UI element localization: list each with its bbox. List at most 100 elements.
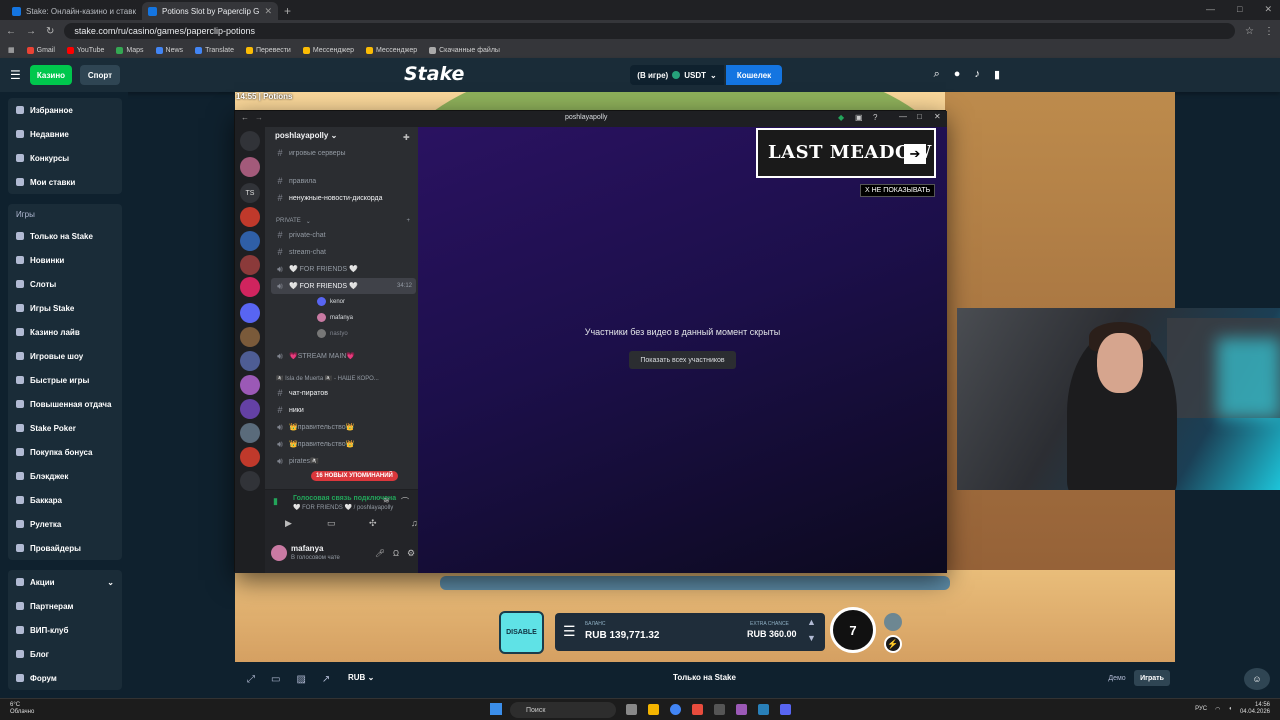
voice-channel-item[interactable]: 🔊︎ 💗STREAM MAIN💗 — [271, 348, 416, 364]
ad-dismiss-button[interactable]: X НЕ ПОКАЗЫВАТЬ — [860, 184, 936, 197]
voice-channel-item[interactable]: 🔊︎ 🤍 FOR FRIENDS 🤍 — [271, 261, 416, 277]
sidebar-item-promotions[interactable]: Акции ⌄ — [8, 570, 122, 594]
sidebar-item-vip[interactable]: ВИП-клуб — [8, 618, 122, 642]
sidebar-item-blackjack[interactable]: Блэкджек — [8, 464, 122, 488]
sidebar-item-my-bets[interactable]: Мои ставки — [8, 170, 122, 194]
voice-channel-item[interactable]: 🔊︎ pirates🏴‍☠️ — [271, 453, 416, 469]
url-field[interactable]: stake.com/ru/casino/games/paperclip-poti… — [64, 23, 1236, 39]
back-icon[interactable]: ← — [6, 26, 16, 37]
channel-item[interactable]: # private-chat — [271, 227, 416, 243]
server-icon[interactable] — [240, 471, 260, 491]
voice-member[interactable]: nastyo — [317, 329, 348, 338]
play-button[interactable]: Играть — [1134, 670, 1170, 686]
channel-item[interactable]: # чат-пиратов — [271, 385, 416, 401]
settings-gear-icon[interactable]: ⚙ — [407, 548, 415, 559]
wifi-icon[interactable]: ◠ — [1215, 706, 1220, 713]
disable-button[interactable]: DISABLE — [499, 611, 544, 654]
sidebar-item-bonus-buy[interactable]: Покупка бонуса — [8, 440, 122, 464]
help-icon[interactable]: ? — [873, 113, 877, 122]
sidebar-item-quick-games[interactable]: Быстрые игры — [8, 368, 122, 392]
bookmark-news[interactable]: News — [155, 46, 183, 54]
demo-button[interactable]: Демо — [1103, 670, 1131, 686]
voice-member[interactable]: kenor — [317, 297, 345, 306]
taskbar-search[interactable]: Поиск — [510, 702, 616, 718]
bookmark-perevesti[interactable]: Перевести — [245, 46, 291, 54]
last-meadow-ad[interactable]: LAST MEADOW ➔ — [756, 128, 936, 178]
sidebar-item-game-shows[interactable]: Игровые шоу — [8, 344, 122, 368]
fullscreen-icon[interactable]: ⤢ — [247, 674, 255, 685]
discord-home-icon[interactable] — [240, 131, 260, 151]
server-icon[interactable] — [240, 231, 260, 251]
server-icon[interactable] — [240, 423, 260, 443]
volume-icon[interactable]: ◖ — [1228, 706, 1232, 712]
sidebar-item-forum[interactable]: Форум — [8, 666, 122, 690]
sidebar-toggle-icon[interactable]: ▮ — [994, 68, 1000, 81]
sidebar-item-new[interactable]: Новинки — [8, 248, 122, 272]
bookmark-messenger-1[interactable]: Мессенджер — [302, 46, 354, 54]
server-icon[interactable] — [240, 277, 260, 297]
bookmark-youtube[interactable]: YouTube — [66, 46, 104, 54]
wallet-button[interactable]: Кошелек — [726, 65, 782, 85]
autoplay-icon[interactable] — [884, 613, 902, 631]
currency-selector[interactable]: RUB ⌄ — [348, 673, 374, 682]
sidebar-item-blog[interactable]: Блог — [8, 642, 122, 666]
casino-button[interactable]: Казино — [30, 65, 72, 85]
menu-icon[interactable]: ☰ — [563, 623, 576, 640]
language-indicator[interactable]: РУС — [1195, 706, 1207, 712]
server-icon[interactable] — [240, 351, 260, 371]
extensions-icon[interactable]: ⋮ — [1264, 26, 1274, 37]
spin-button[interactable]: 7 — [830, 607, 876, 653]
bookmark-star-icon[interactable]: ☆ — [1245, 26, 1254, 37]
support-chat-icon[interactable]: ☺ — [1244, 668, 1270, 690]
sidebar-item-high-rtp[interactable]: Повышенная отдача — [8, 392, 122, 416]
sidebar-item-contests[interactable]: Конкурсы — [8, 146, 122, 170]
app-icon[interactable] — [692, 704, 703, 715]
file-explorer-icon[interactable] — [648, 704, 659, 715]
forward-icon[interactable]: → — [255, 113, 263, 122]
stake-logo[interactable]: Stake — [404, 63, 464, 85]
menu-icon[interactable]: ☰ — [10, 68, 21, 82]
sidebar-item-stake-only[interactable]: Только на Stake — [8, 224, 122, 248]
search-icon[interactable]: ⌕ — [934, 68, 940, 81]
chart-icon[interactable]: ↗ — [322, 674, 330, 685]
maximize-icon[interactable]: □ — [1237, 4, 1242, 15]
microphone-icon[interactable]: 🎤︎ — [375, 549, 385, 558]
new-tab-icon[interactable]: + — [284, 4, 291, 18]
voice-channel-item[interactable]: 🔊︎ 👑правительство👑 — [271, 419, 416, 435]
minimize-icon[interactable]: — — [1206, 4, 1215, 15]
voice-channel-item-selected[interactable]: 🔊︎ 🤍 FOR FRIENDS 🤍 34:12 — [271, 278, 416, 294]
add-channel-icon[interactable]: + — [406, 218, 410, 224]
close-window-icon[interactable]: ✕ — [1264, 4, 1272, 15]
signal-icon[interactable]: ▮ — [273, 496, 278, 507]
voice-channel-item[interactable]: 🔊︎ 👑правительство👑 — [271, 436, 416, 452]
server-icon[interactable] — [240, 207, 260, 227]
screen-share-icon[interactable]: ▭ — [327, 518, 336, 529]
server-icon[interactable] — [240, 447, 260, 467]
arrow-right-icon[interactable]: ➔ — [904, 144, 926, 164]
inbox-icon[interactable]: ▣ — [855, 113, 863, 122]
forward-icon[interactable]: → — [26, 26, 36, 37]
sidebar-item-live-casino[interactable]: Казино лайв — [8, 320, 122, 344]
app-icon[interactable] — [736, 704, 747, 715]
user-icon[interactable]: ● — [954, 68, 961, 81]
voice-member[interactable]: mafanya — [317, 313, 353, 322]
server-icon-ts[interactable]: TS — [240, 183, 260, 203]
turbo-icon[interactable]: ⚡ — [884, 635, 902, 653]
apps-icon[interactable]: ▦ — [8, 46, 15, 54]
soundboard-icon[interactable]: ♫ — [411, 518, 418, 528]
add-friend-icon[interactable]: ✚ — [403, 133, 410, 142]
headphones-icon[interactable]: Ω — [393, 549, 399, 558]
server-name[interactable]: poshlayapolly ⌄ — [275, 131, 337, 140]
app-icon[interactable] — [714, 704, 725, 715]
close-icon[interactable]: ✕ — [264, 6, 272, 17]
bookmark-messenger-2[interactable]: Мессенджер — [365, 46, 417, 54]
bookmark-translate[interactable]: Translate — [195, 46, 234, 54]
balance-selector[interactable]: (В игре) USDT ⌄ — [630, 65, 724, 85]
noise-suppression-icon[interactable]: ≋ — [383, 496, 390, 505]
telegram-icon[interactable] — [758, 704, 769, 715]
channel-item[interactable]: # ненужные-новости-дискорда — [271, 190, 416, 206]
server-icon[interactable] — [240, 255, 260, 275]
clock[interactable]: 14:56 04.04.2026 — [1240, 702, 1270, 716]
chrome-icon[interactable] — [670, 704, 681, 715]
weather-widget[interactable]: 6°C Облачно — [10, 702, 34, 716]
